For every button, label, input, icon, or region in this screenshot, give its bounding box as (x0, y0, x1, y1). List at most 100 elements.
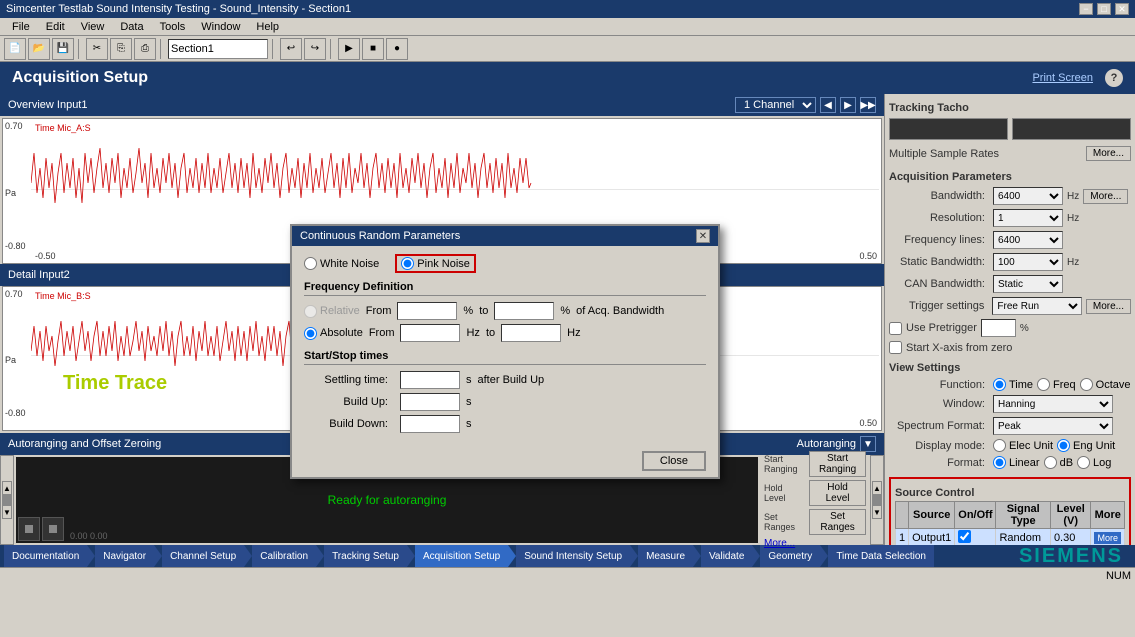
bandwidth-more-btn[interactable]: More... (1083, 189, 1128, 204)
nav-step-acquisition-setup[interactable]: Acquisition Setup (415, 545, 516, 567)
save-btn[interactable]: 💾 (52, 38, 74, 60)
menu-file[interactable]: File (4, 18, 38, 35)
menu-window[interactable]: Window (193, 18, 248, 35)
channel-select[interactable]: 1 Channel (735, 97, 816, 113)
nav-step-label-0[interactable]: Documentation (4, 545, 87, 567)
hold-level-btn[interactable]: Hold Level (809, 480, 866, 506)
menu-edit[interactable]: Edit (38, 18, 73, 35)
nav-step-label-1[interactable]: Navigator (95, 545, 154, 567)
next-channel-btn-1[interactable]: ▶ (840, 97, 856, 113)
nav-step-documentation[interactable]: Documentation (4, 545, 95, 567)
function-freq-radio[interactable]: Freq (1037, 378, 1076, 391)
bandwidth-select[interactable]: 6400 (993, 187, 1063, 205)
stop-btn[interactable]: ■ (362, 38, 384, 60)
nav-step-measure[interactable]: Measure (638, 545, 701, 567)
menu-view[interactable]: View (73, 18, 113, 35)
nav-step-label-7[interactable]: Measure (638, 545, 693, 567)
absolute-to-input[interactable]: 6400.000 (501, 324, 561, 342)
acq-right: Print Screen ? (1032, 69, 1123, 87)
scroll-right-down-btn[interactable]: ▼ (872, 505, 882, 519)
set-ranges-btn[interactable]: Set Ranges (809, 509, 866, 535)
source-onoff-0[interactable] (955, 529, 996, 546)
nav-step-navigator[interactable]: Navigator (95, 545, 162, 567)
nav-step-label-4[interactable]: Tracking Setup (324, 545, 407, 567)
can-bw-select[interactable]: Static (993, 275, 1063, 293)
static-bw-select[interactable]: 100 (993, 253, 1063, 271)
settling-input[interactable]: 0.000 (400, 371, 460, 389)
db-radio[interactable]: dB (1044, 456, 1073, 469)
elec-unit-radio[interactable]: Elec Unit (993, 439, 1053, 452)
build-down-input[interactable]: 0.000 (400, 415, 460, 433)
trigger-select[interactable]: Free Run (992, 297, 1081, 315)
modal-close-btn[interactable]: ✕ (696, 229, 710, 243)
start-x-zero-checkbox[interactable] (889, 341, 902, 354)
minimize-btn[interactable]: − (1079, 3, 1093, 15)
next-channel-btn-2[interactable]: ▶▶ (860, 97, 876, 113)
autoranging-expand-btn[interactable]: ▼ (860, 436, 876, 452)
copy-btn[interactable]: ⎘ (110, 38, 132, 60)
pretrigger-value[interactable]: 50 (981, 319, 1016, 337)
start-ranging-btn[interactable]: Start Ranging (809, 451, 866, 477)
nav-step-label-6[interactable]: Sound Intensity Setup (516, 545, 630, 567)
function-octave-radio[interactable]: Octave (1080, 378, 1131, 391)
absolute-radio[interactable]: Absolute (304, 327, 363, 340)
nav-step-calibration[interactable]: Calibration (252, 545, 324, 567)
scroll-down-btn[interactable]: ▼ (2, 505, 12, 519)
open-btn[interactable]: 📂 (28, 38, 50, 60)
sample-rates-more-btn[interactable]: More... (1086, 146, 1131, 161)
format-row: Format: Linear dB Log (889, 456, 1131, 469)
nav-step-label-5[interactable]: Acquisition Setup (415, 545, 508, 567)
white-noise-radio[interactable]: White Noise (304, 257, 379, 270)
record-btn[interactable]: ● (386, 38, 408, 60)
scroll-up-btn[interactable]: ▲ (2, 481, 12, 495)
build-down-unit: s (466, 418, 472, 430)
resolution-row: Resolution: 1 Hz (889, 209, 1131, 227)
cut-btn[interactable]: ✂ (86, 38, 108, 60)
help-button[interactable]: ? (1105, 69, 1123, 87)
prev-channel-btn[interactable]: ◀ (820, 97, 836, 113)
relative-to-input[interactable]: 100.000 (494, 302, 554, 320)
nav-step-label-8[interactable]: Validate (701, 545, 752, 567)
build-up-input[interactable]: 0.000 (400, 393, 460, 411)
close-btn[interactable]: ✕ (1115, 3, 1129, 15)
freq-lines-select[interactable]: 6400 (993, 231, 1063, 249)
redo-btn[interactable]: ↪ (304, 38, 326, 60)
resolution-select[interactable]: 1 (993, 209, 1063, 227)
nav-step-validate[interactable]: Validate (701, 545, 760, 567)
spectrum-select[interactable]: Peak (993, 417, 1113, 435)
paste-btn[interactable]: ⎙ (134, 38, 156, 60)
siemens-logo: SIEMENS (1019, 545, 1131, 568)
window-select[interactable]: Hanning (993, 395, 1113, 413)
function-time-radio[interactable]: Time (993, 378, 1033, 391)
nav-step-sound-intensity-setup[interactable]: Sound Intensity Setup (516, 545, 638, 567)
linear-radio[interactable]: Linear (993, 456, 1040, 469)
nav-step-label-3[interactable]: Calibration (252, 545, 316, 567)
play-btn[interactable]: ▶ (338, 38, 360, 60)
absolute-from-input[interactable]: 0.000 (400, 324, 460, 342)
nav-step-tracking-setup[interactable]: Tracking Setup (324, 545, 415, 567)
modal-close-button[interactable]: Close (642, 451, 706, 471)
relative-radio[interactable]: Relative (304, 305, 360, 318)
relative-from-input[interactable]: 0.000 (397, 302, 457, 320)
more-link[interactable]: More... (764, 538, 866, 549)
new-btn[interactable]: 📄 (4, 38, 26, 60)
menu-data[interactable]: Data (112, 18, 151, 35)
print-screen-link[interactable]: Print Screen (1032, 72, 1093, 84)
section-input[interactable] (168, 39, 268, 59)
scroll-right-up-btn[interactable]: ▲ (872, 481, 882, 495)
scroll-thumb (2, 495, 12, 505)
eng-unit-radio[interactable]: Eng Unit (1057, 439, 1115, 452)
upper-x-start: -0.50 (35, 251, 56, 261)
menu-tools[interactable]: Tools (152, 18, 194, 35)
nav-step-channel-setup[interactable]: Channel Setup (162, 545, 252, 567)
source-more-0[interactable]: More (1091, 529, 1125, 546)
restore-btn[interactable]: □ (1097, 3, 1111, 15)
log-radio[interactable]: Log (1077, 456, 1111, 469)
nav-step-label-2[interactable]: Channel Setup (162, 545, 244, 567)
trigger-more-btn[interactable]: More... (1086, 299, 1131, 314)
menu-help[interactable]: Help (248, 18, 287, 35)
pretrigger-checkbox[interactable] (889, 322, 902, 335)
source-row-0[interactable]: 1 Output1 Random 0.30 More (896, 529, 1125, 546)
pink-noise-radio[interactable]: Pink Noise (401, 257, 470, 270)
undo-btn[interactable]: ↩ (280, 38, 302, 60)
